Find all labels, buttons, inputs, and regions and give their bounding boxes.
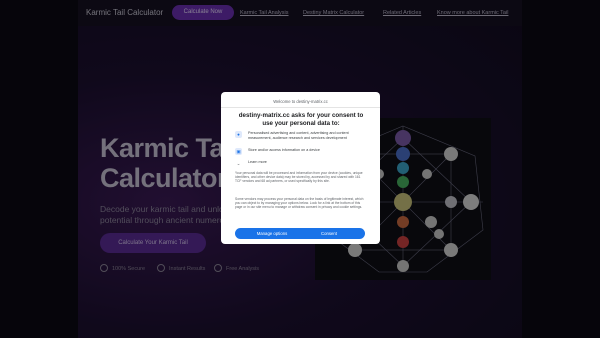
purpose-device-text: Store and/or access information on a dev…: [248, 148, 320, 152]
learn-more-label[interactable]: Learn more: [248, 160, 366, 165]
consent-paragraph-1: Your personal data will be processed and…: [235, 171, 363, 184]
purpose-item-advertising: ● Personalised advertising and content, …: [235, 131, 366, 147]
consent-button[interactable]: Consent: [293, 228, 365, 239]
consent-title: destiny-matrix.cc asks for your consent …: [238, 112, 364, 127]
divider: [221, 107, 380, 108]
consent-site-welcome: Welcome to destiny-matrix.cc: [273, 99, 328, 104]
device-icon: ▣: [235, 148, 242, 155]
purpose-advertising-text: Personalised advertising and content, ad…: [248, 131, 349, 140]
chevron-down-icon: ⌄: [236, 161, 241, 166]
person-icon: ●: [235, 131, 242, 138]
consent-paragraph-2: Some vendors may process your personal d…: [235, 197, 364, 210]
purpose-item-device: ▣ Store and/or access information on a d…: [235, 148, 366, 156]
consent-dialog: Welcome to destiny-matrix.cc destiny-mat…: [221, 92, 380, 244]
learn-more-toggle[interactable]: ⌄ Learn more: [235, 160, 366, 168]
